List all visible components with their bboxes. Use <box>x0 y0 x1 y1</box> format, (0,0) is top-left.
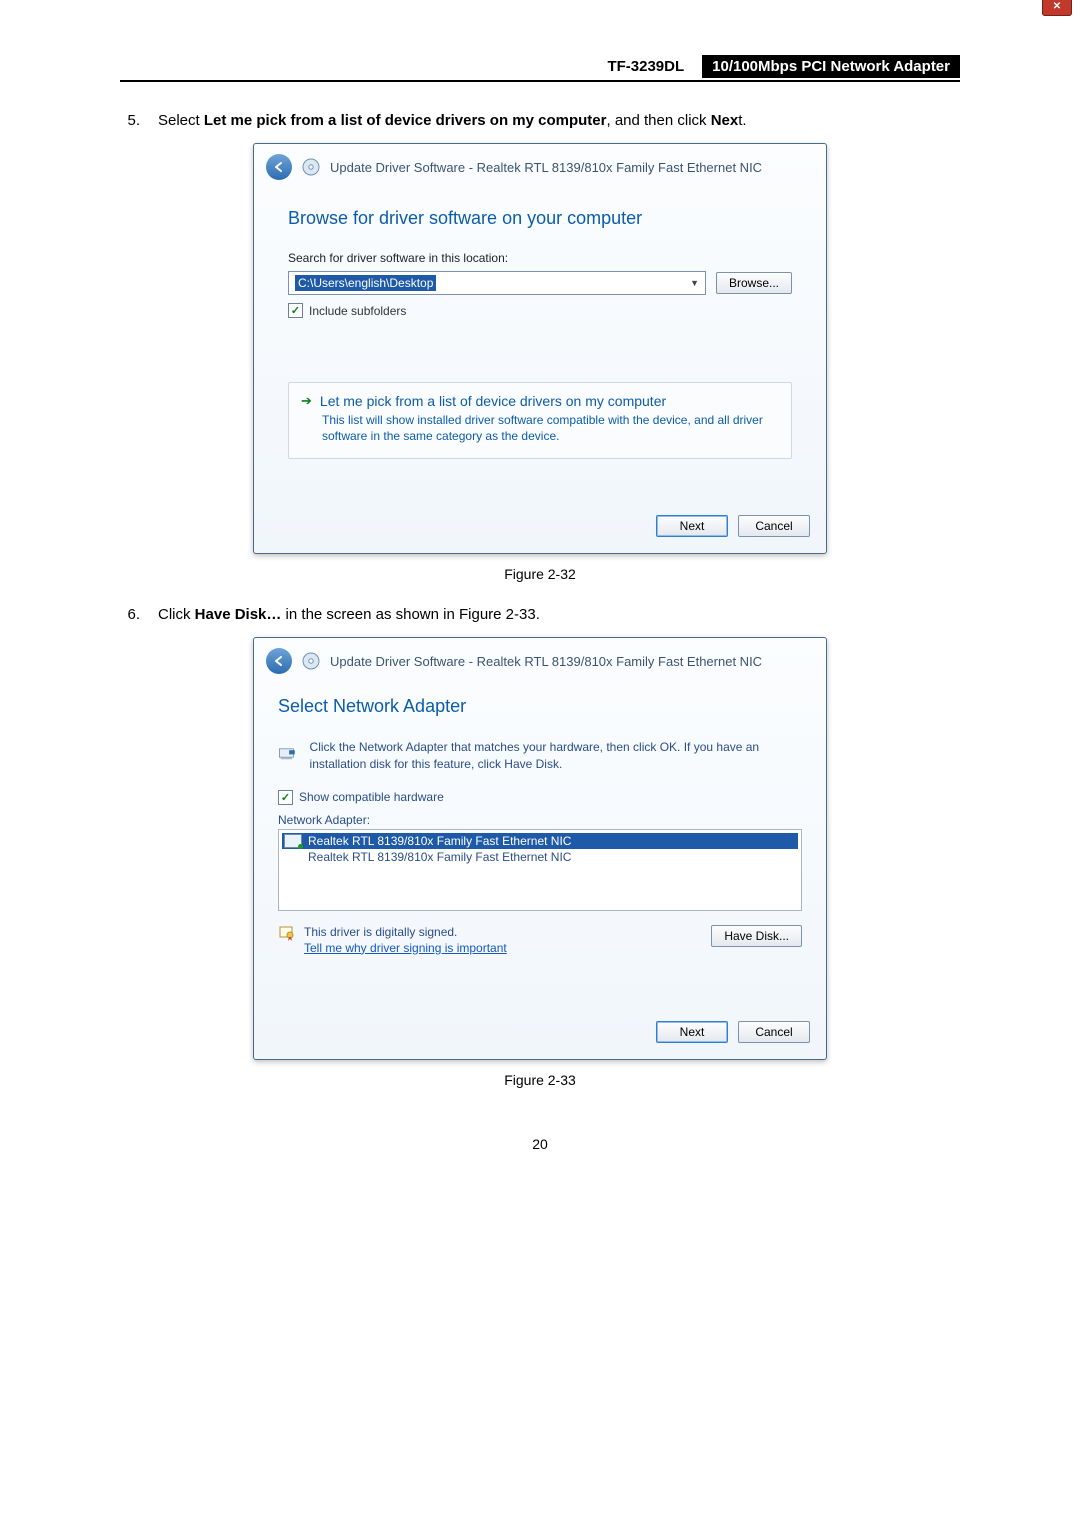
checkbox-icon: ✓ <box>278 790 293 805</box>
link-title: Let me pick from a list of device driver… <box>320 393 666 409</box>
step-5: 5. Select Let me pick from a list of dev… <box>120 110 960 131</box>
include-subfolders-checkbox[interactable]: ✓ Include subfolders <box>288 303 792 318</box>
adapter-icon <box>278 739 298 767</box>
close-button[interactable]: ✕ <box>1042 0 1072 16</box>
titlebar: Update Driver Software - Realtek RTL 813… <box>254 144 826 184</box>
dialog-heading: Browse for driver software on your compu… <box>288 208 792 229</box>
list-item[interactable]: Realtek RTL 8139/810x Family Fast Ethern… <box>282 849 798 865</box>
back-button[interactable] <box>266 154 292 180</box>
link-subtext: This list will show installed driver sof… <box>322 412 779 444</box>
path-value: C:\Users\english\Desktop <box>295 275 436 291</box>
show-compatible-checkbox[interactable]: ✓ Show compatible hardware <box>278 790 802 805</box>
pick-from-list-link[interactable]: ➔ Let me pick from a list of device driv… <box>288 382 792 459</box>
back-button[interactable] <box>266 648 292 674</box>
step-number: 5. <box>120 110 140 131</box>
step-text: Click Have Disk… in the screen as shown … <box>158 604 540 625</box>
certificate-icon <box>278 925 296 943</box>
figure-caption-1: Figure 2-32 <box>120 566 960 582</box>
cd-icon <box>302 652 320 670</box>
product-desc: 10/100Mbps PCI Network Adapter <box>702 55 960 78</box>
adapter-listbox[interactable]: Realtek RTL 8139/810x Family Fast Ethern… <box>278 829 802 911</box>
select-adapter-dialog: ✕ Update Driver Software - Realtek RTL 8… <box>253 637 827 1059</box>
have-disk-button[interactable]: Have Disk... <box>711 925 802 947</box>
figure-caption-2: Figure 2-33 <box>120 1072 960 1088</box>
cd-icon <box>302 158 320 176</box>
cancel-button[interactable]: Cancel <box>738 515 810 537</box>
next-button[interactable]: Next <box>656 1021 728 1043</box>
dialog-heading: Select Network Adapter <box>278 696 802 717</box>
arrow-icon: ➔ <box>301 393 312 409</box>
browse-button[interactable]: Browse... <box>716 272 792 294</box>
browse-dialog: ✕ Update Driver Software - Realtek RTL 8… <box>253 143 827 554</box>
signing-info-link[interactable]: Tell me why driver signing is important <box>304 941 507 955</box>
next-button[interactable]: Next <box>656 515 728 537</box>
step-6: 6. Click Have Disk… in the screen as sho… <box>120 604 960 625</box>
page-number: 20 <box>120 1136 960 1152</box>
dialog-title: Update Driver Software - Realtek RTL 813… <box>330 160 762 175</box>
adapter-desc: Click the Network Adapter that matches y… <box>310 739 802 771</box>
list-item[interactable]: Realtek RTL 8139/810x Family Fast Ethern… <box>282 833 798 849</box>
step-text: Select Let me pick from a list of device… <box>158 110 747 131</box>
search-label: Search for driver software in this locat… <box>288 251 792 265</box>
signed-text: This driver is digitally signed. <box>304 925 507 939</box>
nic-icon <box>284 834 302 848</box>
page-header: TF-3239DL 10/100Mbps PCI Network Adapter <box>120 55 960 82</box>
dialog-title: Update Driver Software - Realtek RTL 813… <box>330 654 762 669</box>
model-label: TF-3239DL <box>607 58 684 75</box>
step-number: 6. <box>120 604 140 625</box>
cancel-button[interactable]: Cancel <box>738 1021 810 1043</box>
checkbox-icon: ✓ <box>288 303 303 318</box>
titlebar: Update Driver Software - Realtek RTL 813… <box>254 638 826 678</box>
list-label: Network Adapter: <box>278 813 802 827</box>
dropdown-icon: ▼ <box>690 278 699 288</box>
path-combobox[interactable]: C:\Users\english\Desktop ▼ <box>288 271 706 295</box>
